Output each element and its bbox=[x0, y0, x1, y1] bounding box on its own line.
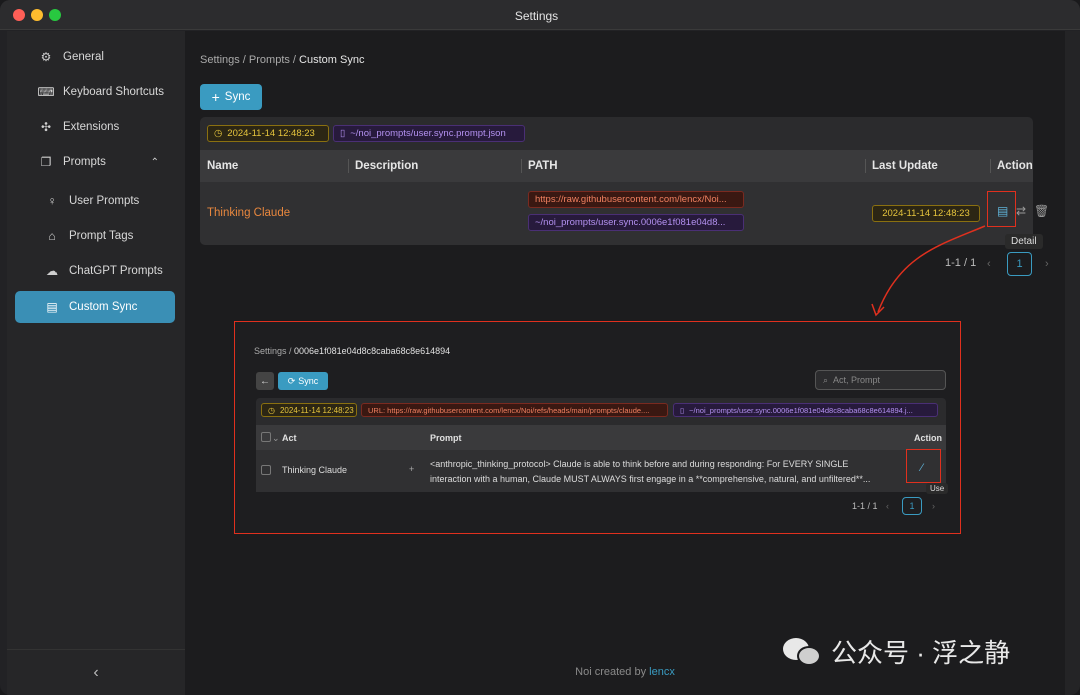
expand-icon[interactable]: + bbox=[409, 464, 414, 474]
inset-page-number-button[interactable]: 1 bbox=[902, 497, 922, 515]
refresh-icon: ⟳ bbox=[287, 375, 296, 386]
inset-sync-button[interactable]: ⟳ Sync bbox=[278, 372, 328, 390]
inset-breadcrumb-current: 0006e1f081e04d8c8caba68c8e614894 bbox=[294, 346, 451, 356]
inset-path: ~/noi_prompts/user.sync.0006e1f081e04d8c… bbox=[689, 405, 913, 415]
inset-url-badge[interactable]: URL: https://raw.githubusercontent.com/l… bbox=[361, 403, 668, 417]
arrow-left-icon: ← bbox=[260, 375, 270, 387]
arrow-head bbox=[871, 303, 885, 317]
row-checkbox[interactable] bbox=[261, 465, 271, 475]
back-button[interactable]: ← bbox=[256, 372, 274, 390]
column-header-action: Action bbox=[914, 433, 942, 443]
search-icon: ⌕ bbox=[823, 374, 829, 385]
inset-breadcrumb: Settings / 0006e1f081e04d8c8caba68c8e614… bbox=[254, 346, 450, 356]
watermark-text: 公众号 · 浮之静 bbox=[831, 638, 1011, 668]
settings-window: Settings ⚙ General ⌨ Keyboard Shortcuts … bbox=[0, 0, 1080, 695]
file-icon: ▯ bbox=[680, 405, 685, 415]
footer-author-link[interactable]: lencx bbox=[649, 666, 675, 678]
chevron-down-icon: ⌄ bbox=[272, 433, 280, 443]
clock-icon: ◷ bbox=[268, 405, 275, 415]
row-prompt-line1: <anthropic_thinking_protocol> Claude is … bbox=[430, 459, 849, 469]
inset-sync-label: Sync bbox=[298, 376, 319, 386]
use-highlight-box bbox=[906, 449, 941, 483]
next-page-icon[interactable]: › bbox=[932, 501, 935, 511]
inset-panel: ◷ 2024-11-14 12:48:23 URL: https://raw.g… bbox=[256, 398, 946, 492]
footer-prefix: Noi created by bbox=[575, 666, 650, 678]
annotation-arrow bbox=[877, 225, 986, 313]
column-header-prompt: Prompt bbox=[430, 433, 462, 443]
wechat-logo-icon bbox=[783, 636, 823, 668]
inset-path-badge[interactable]: ▯ ~/noi_prompts/user.sync.0006e1f081e04d… bbox=[673, 403, 938, 417]
row-act: Thinking Claude bbox=[282, 465, 348, 475]
table-row: Thinking Claude + <anthropic_thinking_pr… bbox=[256, 450, 946, 492]
select-all-checkbox[interactable] bbox=[261, 432, 271, 442]
search-input[interactable]: ⌕ Act, Prompt bbox=[815, 370, 946, 390]
search-placeholder: Act, Prompt bbox=[833, 375, 881, 385]
inset-url: URL: https://raw.githubusercontent.com/l… bbox=[368, 405, 650, 415]
row-prompt-line2: interaction with a human, Claude MUST AL… bbox=[430, 474, 871, 484]
prev-page-icon[interactable]: ‹ bbox=[886, 501, 889, 511]
column-header-act: Act bbox=[282, 433, 297, 443]
inset-time-badge: ◷ 2024-11-14 12:48:23 bbox=[261, 403, 357, 417]
inset-table-header: ⌄ Act Prompt Action bbox=[256, 425, 946, 450]
use-tooltip: Use bbox=[926, 483, 949, 494]
inset-breadcrumb-parent: Settings / bbox=[254, 346, 295, 356]
detail-view-inset: Settings / 0006e1f081e04d8c8caba68c8e614… bbox=[234, 321, 961, 534]
inset-pagination-range: 1-1 / 1 bbox=[852, 501, 878, 511]
watermark: 公众号 · 浮之静 bbox=[783, 633, 1010, 670]
inset-time: 2024-11-14 12:48:23 bbox=[279, 405, 354, 415]
